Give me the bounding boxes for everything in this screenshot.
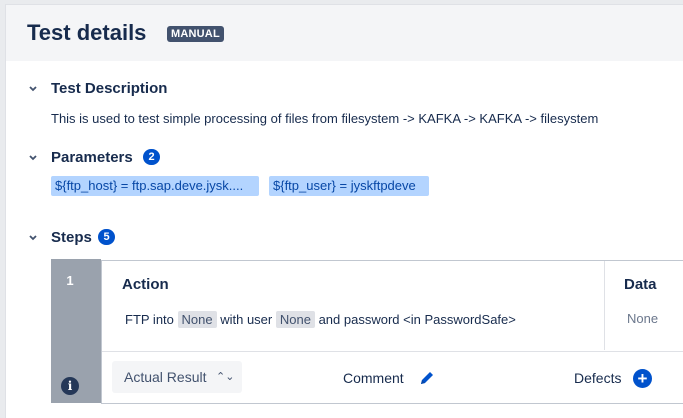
user-token: None [275,311,315,328]
comment-label: Comment [343,370,404,386]
page-title: Test details [27,20,147,45]
test-details-panel: Test details MANUAL Test Description Thi… [5,4,683,418]
data-value: None [627,311,659,326]
pencil-icon[interactable] [418,369,436,392]
action-header: Action [122,276,169,293]
data-header: Data [624,276,657,293]
defects-label: Defects [574,370,622,386]
steps-count-badge: 5 [98,229,115,245]
manual-badge: MANUAL [167,26,224,42]
parameters-section-title[interactable]: Parameters [51,149,133,166]
parameter-chip-ftp-user[interactable]: ${ftp_user} = jyskftpdeve [269,176,429,196]
actual-result-dropdown[interactable]: Actual Result ⌃⌄ [112,361,242,393]
chevron-down-icon[interactable] [28,233,38,243]
chevron-down-icon[interactable] [28,84,38,94]
add-defect-button[interactable]: + [633,369,652,388]
step-number-column: 1 i [51,259,101,403]
action-text: FTP into None with user None and passwor… [125,311,516,328]
host-token: None [177,311,217,328]
parameters-count-badge: 2 [143,149,160,165]
action-cell: Action FTP into None with user None and … [102,261,605,350]
double-chevron-icon: ⌃⌄ [216,371,235,383]
chevron-down-icon[interactable] [28,153,38,163]
action-text-part: FTP into [125,312,174,327]
action-text-part: with user [220,312,273,327]
step-footer: Actual Result ⌃⌄ Comment Defects + [102,351,683,405]
panel-header: Test details MANUAL [6,5,683,61]
actual-result-label: Actual Result [124,369,207,385]
steps-section-title[interactable]: Steps [51,229,92,246]
info-icon[interactable]: i [61,377,79,395]
parameter-chip-ftp-host[interactable]: ${ftp_host} = ftp.sap.deve.jysk.... [51,176,259,196]
description-section-title[interactable]: Test Description [51,80,167,97]
action-text-part: and password <in PasswordSafe> [318,312,516,327]
step-number: 1 [66,273,74,288]
step-card: Action FTP into None with user None and … [101,260,683,404]
description-text: This is used to test simple processing o… [51,111,599,126]
